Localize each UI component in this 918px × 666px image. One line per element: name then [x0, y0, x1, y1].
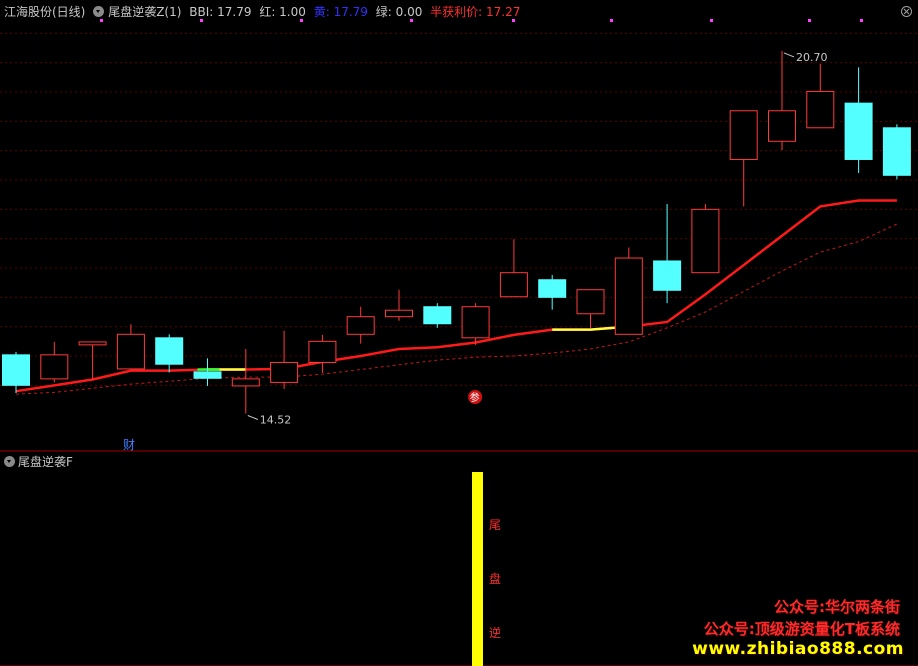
finance-marker: 财: [123, 438, 135, 452]
stock-title[interactable]: 江海股份(日线): [4, 5, 85, 19]
yellow-value: 黄: 17.79: [313, 5, 368, 19]
signal-label-char: 尾: [489, 518, 501, 532]
watermark-line-2: 公众号:顶级游资量化T板系统: [703, 620, 900, 638]
red-value: 红: 1.00: [259, 5, 306, 19]
main-header: 江海股份(日线) 尾盘逆袭Z(1) BBI: 17.79 红: 1.00 黄: …: [4, 4, 524, 20]
candle-body: [691, 208, 720, 274]
candle-body: [576, 289, 605, 315]
period-marker: [710, 19, 713, 22]
candle-body: [346, 316, 375, 335]
candle-body: [78, 341, 107, 346]
candle-body: [614, 257, 643, 335]
candle-body: [423, 306, 452, 325]
candle-body: [385, 309, 413, 318]
candle-body: [844, 102, 873, 160]
participate-marker: 参: [470, 391, 480, 404]
sub-panel-header: 尾盘逆袭F: [4, 454, 73, 470]
price-annotation: 14.52: [260, 413, 292, 426]
candle-body: [155, 337, 184, 365]
candle-body: [882, 127, 911, 176]
candle-body: [499, 272, 528, 298]
signal-bar: [472, 472, 483, 666]
close-icon[interactable]: [901, 6, 912, 17]
indicator-name[interactable]: 尾盘逆袭Z(1): [108, 5, 181, 19]
period-marker: [808, 19, 811, 22]
candle-body: [2, 354, 30, 386]
annotation-pointer: [247, 415, 258, 420]
bbi-value: BBI: 17.79: [189, 5, 252, 19]
candle-body: [768, 110, 796, 142]
green-value: 绿: 0.00: [375, 5, 423, 19]
watermark-line-3: www.zhibiao888.com: [692, 639, 904, 659]
candle-body: [193, 371, 222, 379]
signal-label-char: 逆: [489, 625, 501, 640]
candle-body: [806, 90, 835, 129]
period-marker: [860, 19, 863, 22]
profit-price-value: 半获利价: 17.27: [430, 5, 521, 19]
candle-body: [308, 340, 337, 363]
candle-body: [116, 333, 145, 370]
signal-label-char: 盘: [489, 571, 501, 586]
annotation-pointer: [783, 52, 795, 58]
bbi-line: [15, 199, 897, 393]
watermark-line-1: 公众号:华尔两条街: [774, 598, 900, 616]
chart-window: 20.70 14.52 财 参尾盘逆 江海股份(日线) 尾盘逆袭Z(1) BBI: 1…: [0, 0, 918, 666]
candle-body: [653, 260, 682, 291]
candle-body: [538, 279, 567, 298]
price-annotation: 20.70: [796, 51, 828, 64]
candle-body: [461, 306, 490, 339]
sub-indicator-menu-icon[interactable]: [4, 456, 15, 467]
sub-indicator-name[interactable]: 尾盘逆袭F: [18, 455, 73, 469]
candle-body: [231, 378, 260, 387]
indicator-menu-icon[interactable]: [93, 6, 105, 17]
candle-body: [270, 361, 299, 383]
period-marker: [610, 19, 613, 22]
kline-chart[interactable]: 20.70 14.52 财 参尾盘逆: [0, 0, 918, 666]
candle-body: [729, 110, 758, 160]
candle-body: [40, 354, 69, 380]
